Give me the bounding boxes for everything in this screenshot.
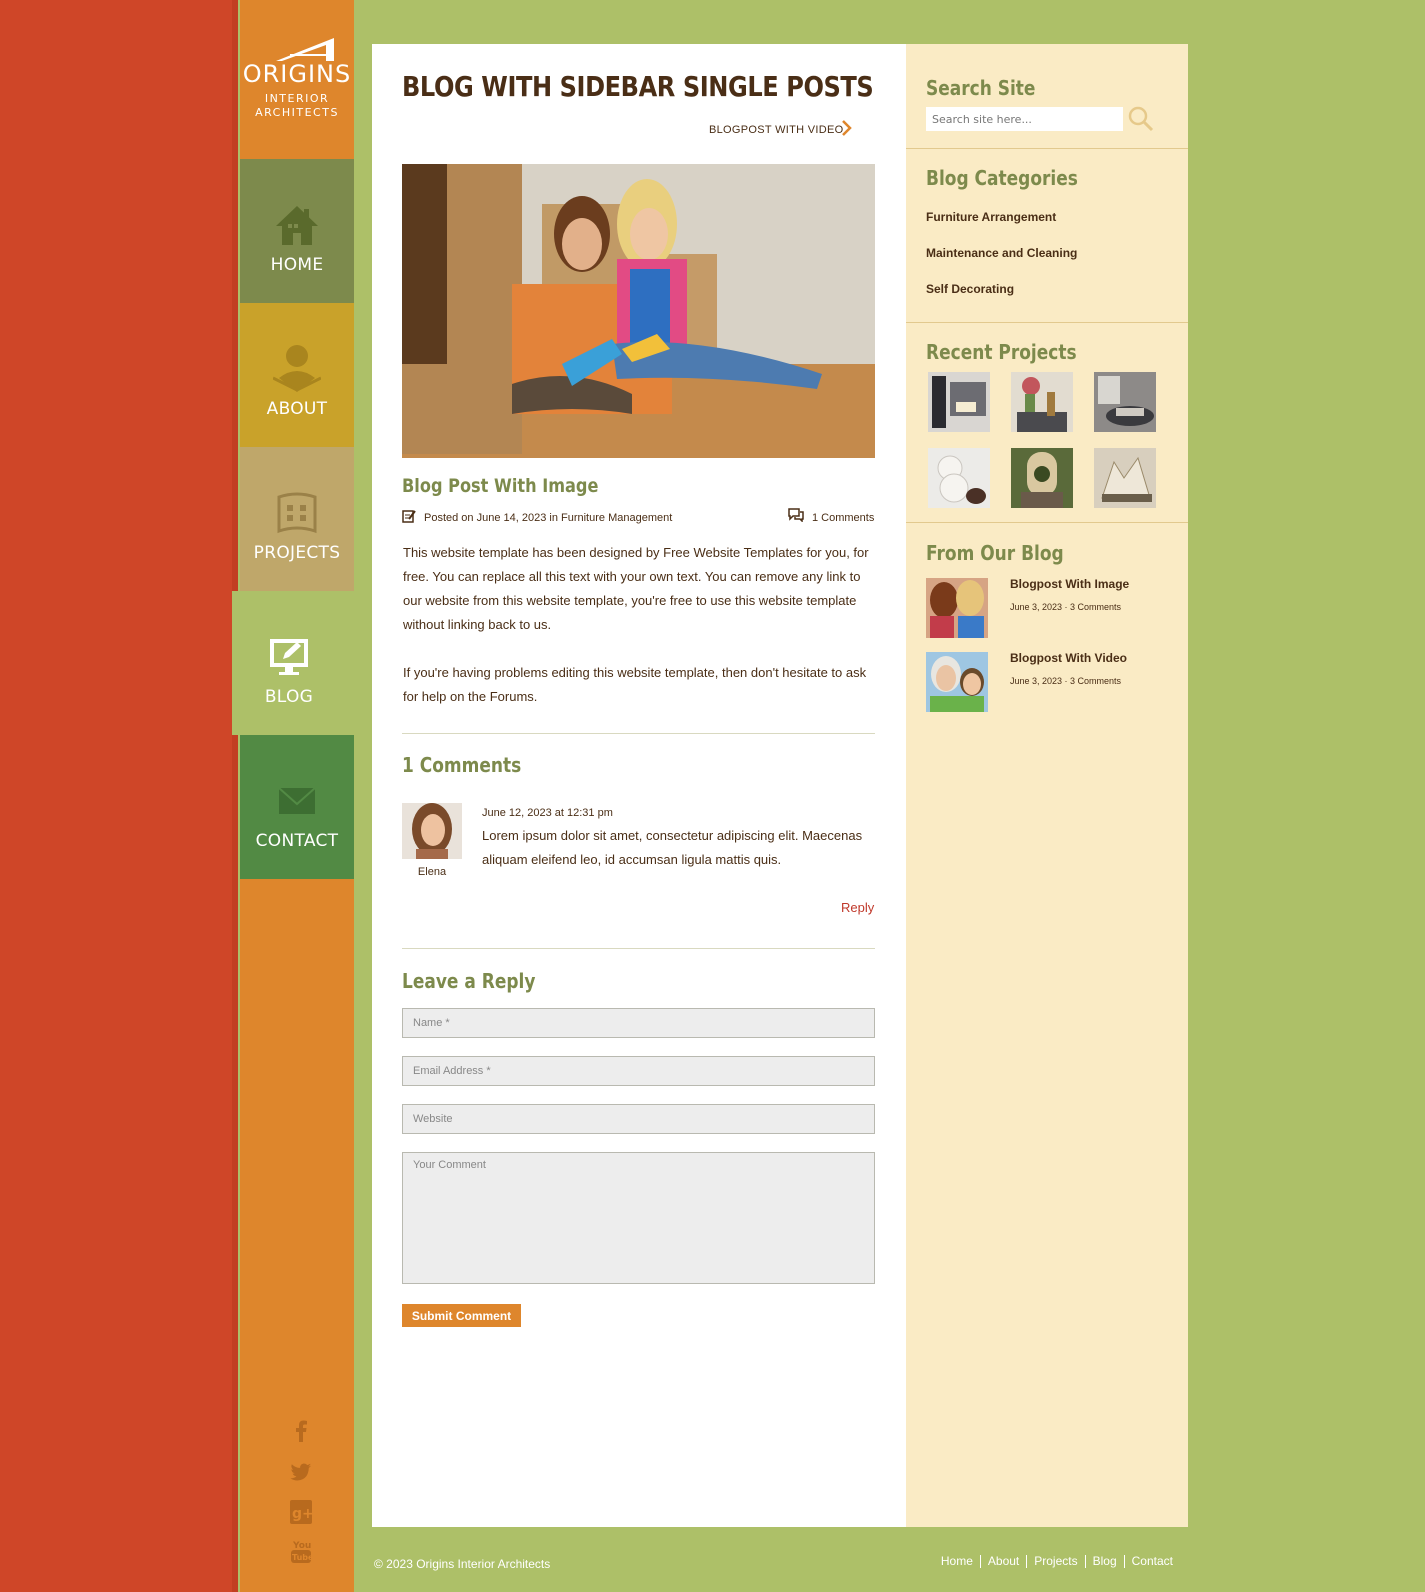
sidebar-panel <box>906 44 1188 1527</box>
twitter-icon[interactable] <box>290 1459 312 1485</box>
comment-field[interactable] <box>402 1152 875 1284</box>
blog-thumbnail[interactable] <box>926 652 988 712</box>
blog-post-title[interactable]: Blogpost With Image <box>1010 577 1129 591</box>
category-link[interactable]: Furniture Arrangement <box>926 210 1056 224</box>
sidebar-divider <box>906 322 1188 323</box>
nav-label-blog: BLOG <box>264 687 314 707</box>
post-paragraph-1: This website template has been designed … <box>403 545 869 632</box>
nav-item-contact[interactable]: CONTACT <box>240 735 354 879</box>
search-heading: Search Site <box>926 76 1036 100</box>
google-plus-icon[interactable]: g+ <box>290 1499 312 1525</box>
projects-heading: Recent Projects <box>926 340 1077 364</box>
svg-text:You: You <box>292 1541 311 1551</box>
from-blog-heading: From Our Blog <box>926 541 1064 565</box>
house-icon <box>240 201 354 249</box>
logo-wordmark: ORIGINS <box>242 60 352 88</box>
nav-item-home[interactable]: HOME <box>240 159 354 303</box>
search-icon[interactable] <box>1128 106 1154 132</box>
footer-link-blog[interactable]: Blog <box>1084 1555 1124 1568</box>
nav-item-projects[interactable]: PROJECTS <box>240 447 354 591</box>
next-post-link[interactable]: BLOGPOST WITH VIDEO <box>709 124 843 136</box>
copyright: © 2023 Origins Interior Architects <box>374 1557 551 1571</box>
logo-tagline-line1: INTERIOR <box>264 92 330 105</box>
project-thumbnail[interactable] <box>1094 448 1156 508</box>
reply-heading: Leave a Reply <box>402 969 536 993</box>
monitor-pencil-icon <box>228 633 350 681</box>
project-thumbnail[interactable] <box>1094 372 1156 432</box>
project-thumbnail[interactable] <box>928 448 990 508</box>
submit-comment-button[interactable]: Submit Comment <box>402 1304 521 1327</box>
blog-thumbnail[interactable] <box>926 578 988 638</box>
red-strip-shadow <box>232 0 238 1592</box>
comment-author: Elena <box>417 866 447 878</box>
project-thumbnail[interactable] <box>928 372 990 432</box>
post-meta: Posted on June 14, 2023 in Furniture Man… <box>424 512 673 524</box>
footer-link-contact[interactable]: Contact <box>1123 1555 1180 1568</box>
footer-link-about[interactable]: About <box>979 1555 1026 1568</box>
post-hero-image <box>402 164 875 458</box>
project-thumbnail[interactable] <box>1011 372 1073 432</box>
speech-bubbles-icon <box>788 508 804 527</box>
project-thumbnail[interactable] <box>1011 448 1073 508</box>
comments-heading: 1 Comments <box>402 753 522 777</box>
reply-link[interactable]: Reply <box>841 900 874 915</box>
page-title: BLOG WITH SIDEBAR SINGLE POSTS <box>402 70 874 103</box>
categories-heading: Blog Categories <box>926 166 1078 190</box>
floorplan-icon <box>240 489 354 537</box>
envelope-icon <box>240 777 354 825</box>
divider <box>402 733 875 734</box>
svg-text:g+: g+ <box>292 1506 312 1522</box>
avatar <box>402 803 462 859</box>
youtube-icon[interactable]: You Tube <box>290 1538 312 1564</box>
nav-label-projects: PROJECTS <box>253 543 341 563</box>
nav-label-home: HOME <box>270 255 324 275</box>
nav-item-about[interactable]: ABOUT <box>240 303 354 447</box>
person-icon <box>240 345 354 393</box>
email-field[interactable] <box>402 1056 875 1086</box>
name-field[interactable] <box>402 1008 875 1038</box>
svg-text:Tube: Tube <box>292 1553 312 1562</box>
divider <box>402 948 875 949</box>
left-red-strip <box>0 0 236 1592</box>
blog-post-title[interactable]: Blogpost With Video <box>1010 651 1127 665</box>
search-input[interactable] <box>926 107 1123 131</box>
logo[interactable]: ORIGINS INTERIOR ARCHITECTS <box>240 0 354 159</box>
website-field[interactable] <box>402 1104 875 1134</box>
footer-link-home[interactable]: Home <box>934 1555 980 1568</box>
footer-nav: Home About Projects Blog Contact <box>934 1555 1180 1568</box>
nav-label-contact: CONTACT <box>255 831 339 851</box>
category-link[interactable]: Self Decorating <box>926 282 1014 296</box>
chevron-right-icon[interactable] <box>842 120 852 141</box>
footer-link-projects[interactable]: Projects <box>1026 1555 1084 1568</box>
sidebar-divider <box>906 522 1188 523</box>
comment-text: Lorem ipsum dolor sit amet, consectetur … <box>482 828 863 867</box>
blog-post-meta: June 3, 2023 · 3 Comments <box>1010 676 1122 686</box>
nav-label-about: ABOUT <box>266 399 328 419</box>
sidebar-divider <box>906 148 1188 149</box>
comment-date: June 12, 2023 at 12:31 pm <box>482 807 613 819</box>
category-link[interactable]: Maintenance and Cleaning <box>926 246 1077 260</box>
notepad-pencil-icon <box>402 509 416 528</box>
logo-tagline-line2: ARCHITECTS <box>255 106 339 119</box>
post-title: Blog Post With Image <box>402 475 599 497</box>
comments-count[interactable]: 1 Comments <box>812 512 874 524</box>
roof-logo-icon <box>276 38 334 61</box>
post-paragraph-2: If you're having problems editing this w… <box>403 665 867 704</box>
nav-item-blog[interactable]: BLOG <box>232 591 354 735</box>
blog-post-meta: June 3, 2023 · 3 Comments <box>1010 602 1122 612</box>
logo-tagline: INTERIOR ARCHITECTS <box>240 92 354 120</box>
facebook-icon[interactable] <box>290 1418 312 1444</box>
